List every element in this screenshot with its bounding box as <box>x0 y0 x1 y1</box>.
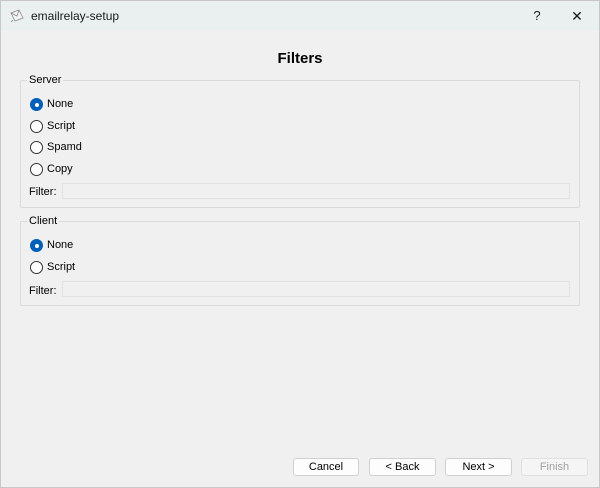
next-button[interactable]: Next > <box>445 458 512 476</box>
radio-button-icon <box>30 261 43 274</box>
window-title: emailrelay-setup <box>31 9 120 23</box>
radio-label: Copy <box>47 163 73 175</box>
radio-label: Spamd <box>47 141 82 153</box>
finish-button[interactable]: Finish <box>521 458 588 476</box>
setup-window: emailrelay-setup ? ✕ Filters Server None… <box>0 0 600 488</box>
close-button[interactable]: ✕ <box>555 1 599 31</box>
title-bar[interactable]: emailrelay-setup ? ✕ <box>1 1 599 31</box>
radio-label: Script <box>47 261 76 273</box>
radio-label: None <box>47 98 74 110</box>
client-group: Client None Script Filter: <box>20 215 580 306</box>
client-group-legend: Client <box>27 215 60 227</box>
help-button[interactable]: ? <box>515 1 559 31</box>
radio-button-icon <box>30 120 43 133</box>
cancel-button[interactable]: Cancel <box>293 458 359 476</box>
back-button[interactable]: < Back <box>369 458 436 476</box>
client-filter-input[interactable] <box>62 281 570 297</box>
server-filter-label: Filter: <box>29 186 57 198</box>
radio-label: Script <box>47 120 76 132</box>
radio-button-icon <box>30 163 43 176</box>
envelope-icon <box>10 9 24 23</box>
client-filter-label: Filter: <box>29 285 57 297</box>
server-group: Server None Script Spamd Copy Filter: <box>20 74 580 208</box>
page-title: Filters <box>277 50 323 67</box>
radio-label: None <box>47 239 74 251</box>
radio-button-icon <box>30 141 43 154</box>
radio-button-icon <box>30 239 43 252</box>
server-group-legend: Server <box>27 74 64 86</box>
server-filter-input[interactable] <box>62 183 570 199</box>
radio-button-icon <box>30 98 43 111</box>
